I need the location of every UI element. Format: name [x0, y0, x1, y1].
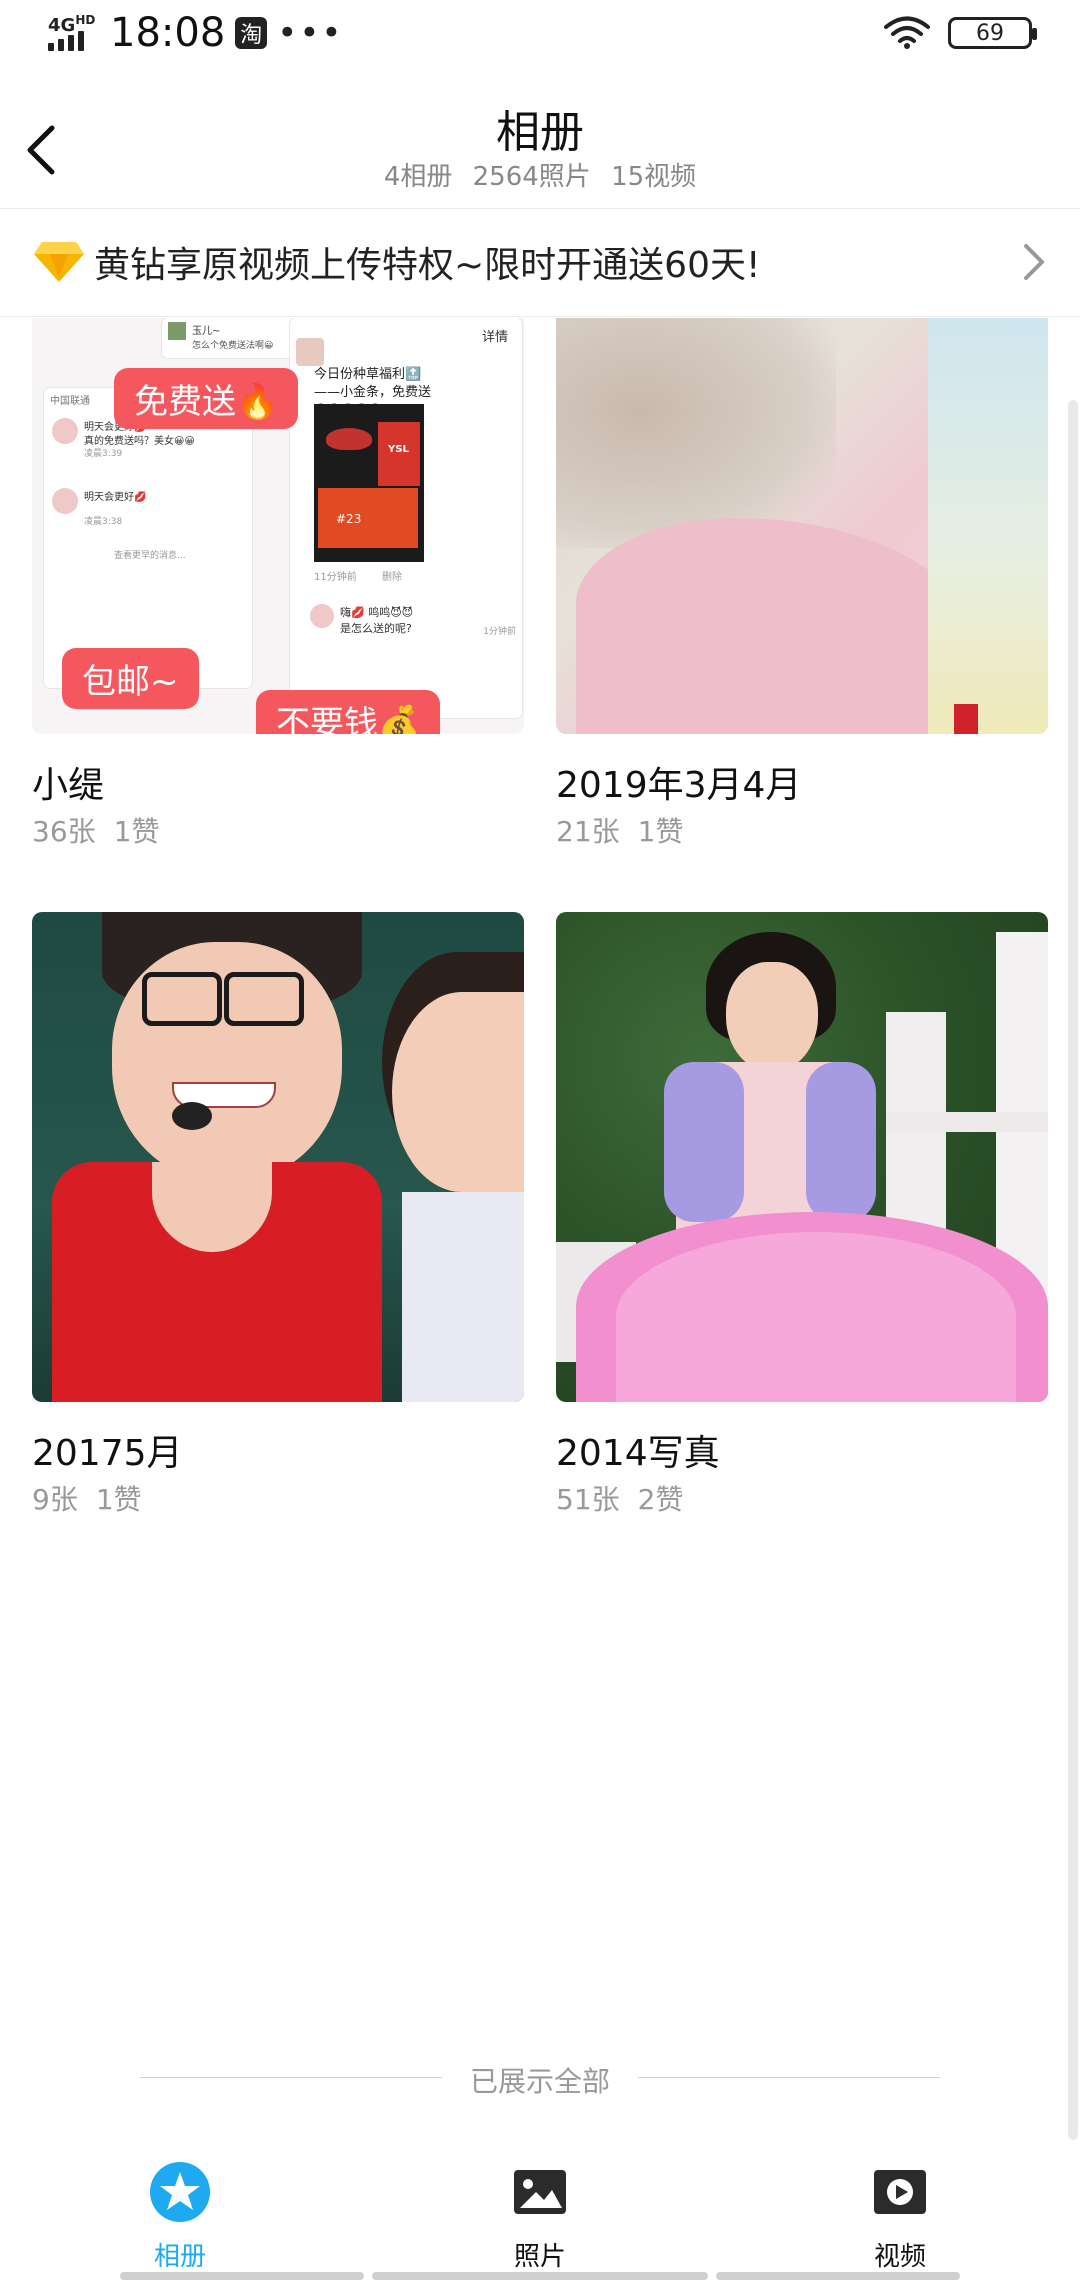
album-cover [32, 912, 524, 1402]
albums-count: 4相册 [383, 162, 453, 192]
diamond-icon [34, 242, 84, 282]
album-meta: 36张 1赞 [32, 810, 524, 850]
end-of-list-indicator: 已展示全部 [140, 2060, 940, 2098]
album-likes: 1赞 [95, 1483, 142, 1516]
home-indicator [716, 2272, 960, 2280]
album-card[interactable]: 20175月 9张 1赞 [32, 912, 524, 1518]
album-likes: 1赞 [113, 815, 160, 848]
album-name: 小缇 [32, 765, 105, 806]
more-notifications-icon: ••• [277, 13, 344, 53]
album-photo-count: 9张 [32, 1483, 78, 1516]
album-star-icon [150, 2162, 210, 2222]
album-card[interactable]: 2019年3月4月 21张 1赞 [556, 318, 1048, 850]
top-nav-bar: 相册 4相册 2564照片 15视频 [0, 90, 1080, 209]
status-bar: 4GHD 18:08 淘 ••• 69 [0, 0, 1080, 72]
promo-text: 黄钻享原视频上传特权~限时开通送60天! [94, 245, 761, 286]
album-name: 20175月 [32, 1433, 183, 1474]
home-indicator [372, 2272, 708, 2280]
video-icon [874, 2170, 926, 2214]
tab-photos[interactable]: 照片 [460, 2160, 620, 2273]
album-card[interactable]: 中国联通 明天会更好💋 真的免费送吗？美女😀😀 凌晨3:39 明天会更好💋 凌晨… [32, 318, 524, 850]
album-meta: 51张 2赞 [556, 1478, 1048, 1518]
album-summary: 4相册 2564照片 15视频 [0, 156, 1080, 193]
scrollbar[interactable] [1068, 400, 1078, 2140]
bottom-tab-bar: 相册 照片 视频 [0, 2150, 1080, 2280]
album-name: 2014写真 [556, 1433, 720, 1474]
cellular-signal-icon: 4GHD [48, 11, 100, 55]
taobao-notification-icon: 淘 [235, 17, 268, 49]
album-card[interactable]: 2014写真 51张 2赞 [556, 912, 1048, 1518]
clock: 18:08 [110, 10, 226, 56]
photos-count: 2564照片 [472, 162, 591, 192]
album-cover [556, 912, 1048, 1402]
page-title: 相册 [496, 107, 584, 158]
home-indicator [120, 2272, 364, 2280]
vip-promo-banner[interactable]: 黄钻享原视频上传特权~限时开通送60天! [0, 208, 1080, 317]
album-page: 4GHD 18:08 淘 ••• 69 相册 4相册 2564照片 15视频 黄… [0, 0, 1080, 2280]
tab-videos[interactable]: 视频 [820, 2160, 980, 2273]
album-meta: 9张 1赞 [32, 1478, 524, 1518]
tab-albums[interactable]: 相册 [100, 2160, 260, 2273]
wifi-icon [884, 16, 930, 49]
album-likes: 2赞 [637, 1483, 684, 1516]
album-likes: 1赞 [637, 815, 684, 848]
album-name: 2019年3月4月 [556, 765, 802, 806]
album-photo-count: 21张 [556, 815, 620, 848]
album-photo-count: 51张 [556, 1483, 620, 1516]
album-meta: 21张 1赞 [556, 810, 1048, 850]
album-photo-count: 36张 [32, 815, 96, 848]
chevron-right-icon [1024, 244, 1044, 280]
lipstick-photo: YSL #23 [314, 404, 424, 562]
battery-indicator: 69 [948, 17, 1037, 49]
photo-icon [514, 2170, 566, 2214]
album-cover: 中国联通 明天会更好💋 真的免费送吗？美女😀😀 凌晨3:39 明天会更好💋 凌晨… [32, 318, 524, 734]
videos-count: 15视频 [611, 162, 697, 192]
album-cover [556, 318, 1048, 734]
